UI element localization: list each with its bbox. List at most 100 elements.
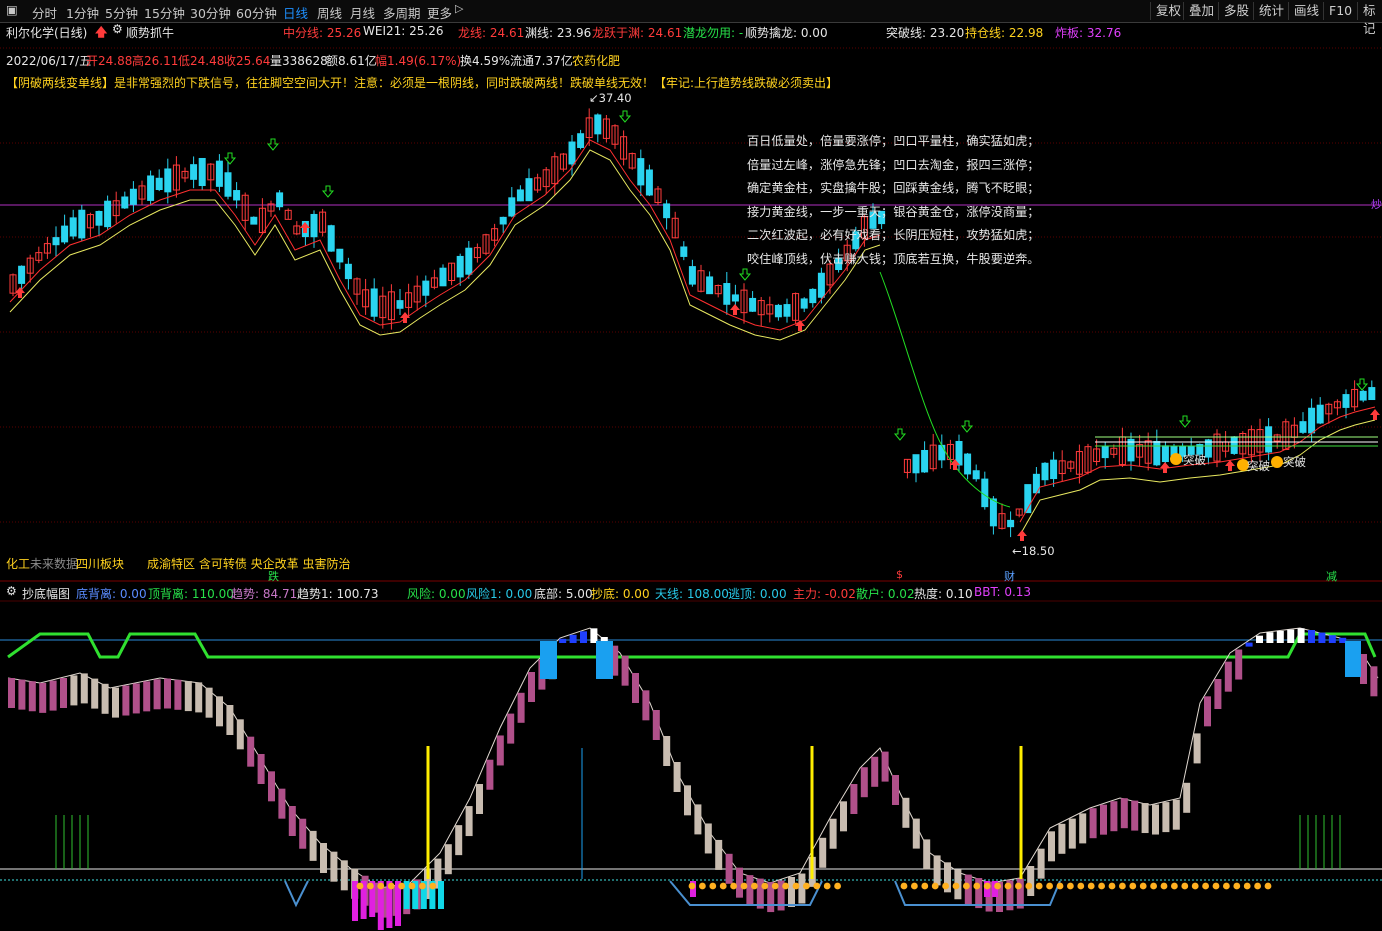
tab-fenshi[interactable]: 分时 xyxy=(32,3,57,22)
trend-bar xyxy=(1214,679,1222,709)
industry-label[interactable]: 化工 xyxy=(6,555,30,572)
trend-bar xyxy=(933,855,941,886)
event-marker-jian[interactable]: 减 xyxy=(1326,568,1337,584)
hand-marker-icon xyxy=(931,882,939,890)
candle-body xyxy=(164,168,172,193)
f10-button[interactable]: F10 xyxy=(1323,2,1357,20)
candle-body xyxy=(1265,426,1273,453)
poem-line: 确定黄金柱，实盘擒牛股；回踩黄金线，腾飞不眨眼； xyxy=(747,181,1040,196)
hand-marker-icon xyxy=(408,882,416,890)
event-marker-die[interactable]: 跌 xyxy=(268,568,279,584)
top-bar xyxy=(569,634,577,643)
indicator-settings-icon[interactable]: ⚙ xyxy=(6,584,17,598)
trend-bar xyxy=(164,678,171,709)
event-marker-dollar[interactable]: $ xyxy=(896,568,903,581)
tab-monthly[interactable]: 月线 xyxy=(350,3,375,22)
event-marker-cai[interactable]: 财 xyxy=(1004,568,1015,584)
trend-bar xyxy=(465,806,473,837)
trend-bar xyxy=(1110,801,1118,832)
tab-daily[interactable]: 日线 xyxy=(283,3,308,22)
hand-marker-icon xyxy=(1181,882,1189,890)
hand-marker-icon xyxy=(1139,882,1147,890)
more-dropdown-icon[interactable]: ▷ xyxy=(455,2,463,15)
huaxian-button[interactable]: 画线 xyxy=(1288,2,1324,20)
candle-body xyxy=(645,169,653,196)
trend-bar xyxy=(840,801,847,832)
concept-list[interactable]: 成渝特区 含可转债 央企改革 虫害防治 xyxy=(147,555,350,572)
kline-panel[interactable]: 利尔化学(日线) 🡅 ⚙ 顺势抓牛 中分线: 25.26 WEI21: 25.2… xyxy=(0,22,1382,584)
trend-bar xyxy=(704,823,712,854)
tianxian-value: 天线: 108.00 xyxy=(655,587,729,601)
qushi1-value: 趋势1: 100.73 xyxy=(297,587,379,601)
hand-marker-icon xyxy=(1129,882,1137,890)
hand-marker-icon xyxy=(1108,882,1116,890)
trend-bar xyxy=(1131,800,1139,831)
trend-bar xyxy=(725,853,733,884)
redu-value: 热度: 0.10 xyxy=(914,587,973,601)
trend-bar xyxy=(247,736,255,767)
tab-15min[interactable]: 15分钟 xyxy=(144,3,185,22)
hand-marker-icon xyxy=(1087,882,1095,890)
hand-marker-icon xyxy=(1191,882,1199,890)
trend-bar xyxy=(746,875,754,906)
trend-bar xyxy=(216,696,223,727)
biaoji-button[interactable]: 标记 xyxy=(1357,2,1382,36)
longxian-value: 龙线: 24.61 xyxy=(458,26,525,40)
candle-body xyxy=(439,267,447,287)
hand-marker-icon xyxy=(1212,882,1220,890)
indicator-name[interactable]: 顺势抓牛 xyxy=(126,24,174,41)
trend-bar xyxy=(184,681,192,712)
fuquan-button[interactable]: 复权 xyxy=(1150,2,1186,20)
hand-marker-icon xyxy=(751,882,758,890)
tab-5min[interactable]: 5分钟 xyxy=(105,3,138,22)
hand-marker-icon xyxy=(1243,882,1251,890)
duogu-button[interactable]: 多股 xyxy=(1218,2,1254,20)
diejia-button[interactable]: 叠加 xyxy=(1183,2,1219,20)
trend-bar xyxy=(496,735,504,766)
candle-body xyxy=(276,192,284,208)
candle-body xyxy=(1342,394,1350,408)
tab-60min[interactable]: 60分钟 xyxy=(236,3,277,22)
candle-body xyxy=(61,225,69,243)
tab-weekly[interactable]: 周线 xyxy=(317,3,342,22)
region-board[interactable]: 四川板块 xyxy=(76,555,124,572)
trend-bar xyxy=(132,683,140,714)
tongji-button[interactable]: 统计 xyxy=(1253,2,1289,20)
bbt-value: BBT: 0.13 xyxy=(974,585,1032,599)
tab-more[interactable]: 更多 xyxy=(427,3,452,22)
hand-marker-icon xyxy=(398,882,405,890)
sell-arrow-icon xyxy=(1178,415,1192,428)
candle-body xyxy=(1299,421,1307,433)
trend-bar xyxy=(236,719,244,750)
candle-body xyxy=(774,304,782,318)
tab-multi-period[interactable]: 多周期 xyxy=(383,3,421,22)
trend-bar xyxy=(652,710,660,740)
quote-sector[interactable]: 农药化肥 xyxy=(572,52,620,69)
indicator-panel[interactable]: ⚙ 抄底幅图 底背离: 0.00 顶背离: 110.00 趋势: 84.71 趋… xyxy=(0,583,1382,931)
hand-marker-icon xyxy=(1056,882,1064,890)
hand-marker-icon xyxy=(952,882,960,890)
sell-arrow-icon xyxy=(960,420,974,433)
hand-marker-icon xyxy=(356,882,364,890)
candle-body xyxy=(1127,438,1135,462)
tab-30min[interactable]: 30分钟 xyxy=(190,3,231,22)
settings-gear-icon[interactable]: ⚙ xyxy=(112,22,123,36)
trend-bar xyxy=(205,687,213,718)
panel-toggle-icon[interactable]: ▣ xyxy=(6,2,18,17)
candle-body xyxy=(783,304,791,317)
taoding-value: 逃顶: 0.00 xyxy=(728,587,787,601)
hand-marker-icon xyxy=(429,882,437,890)
trend-bar xyxy=(1360,654,1367,684)
quote-open: 开24.88 xyxy=(86,54,133,68)
trend-bar xyxy=(1058,823,1066,854)
trend-bar xyxy=(226,705,234,735)
top-bar xyxy=(1245,642,1253,647)
trend-bar xyxy=(1089,808,1097,839)
trend-bar xyxy=(28,681,36,712)
tab-1min[interactable]: 1分钟 xyxy=(66,3,99,22)
indicator-name[interactable]: 抄底幅图 xyxy=(22,585,70,602)
candle-body xyxy=(680,246,688,257)
candle-body xyxy=(422,280,430,296)
trend-bar xyxy=(736,867,743,898)
hand-marker-icon xyxy=(709,882,717,890)
